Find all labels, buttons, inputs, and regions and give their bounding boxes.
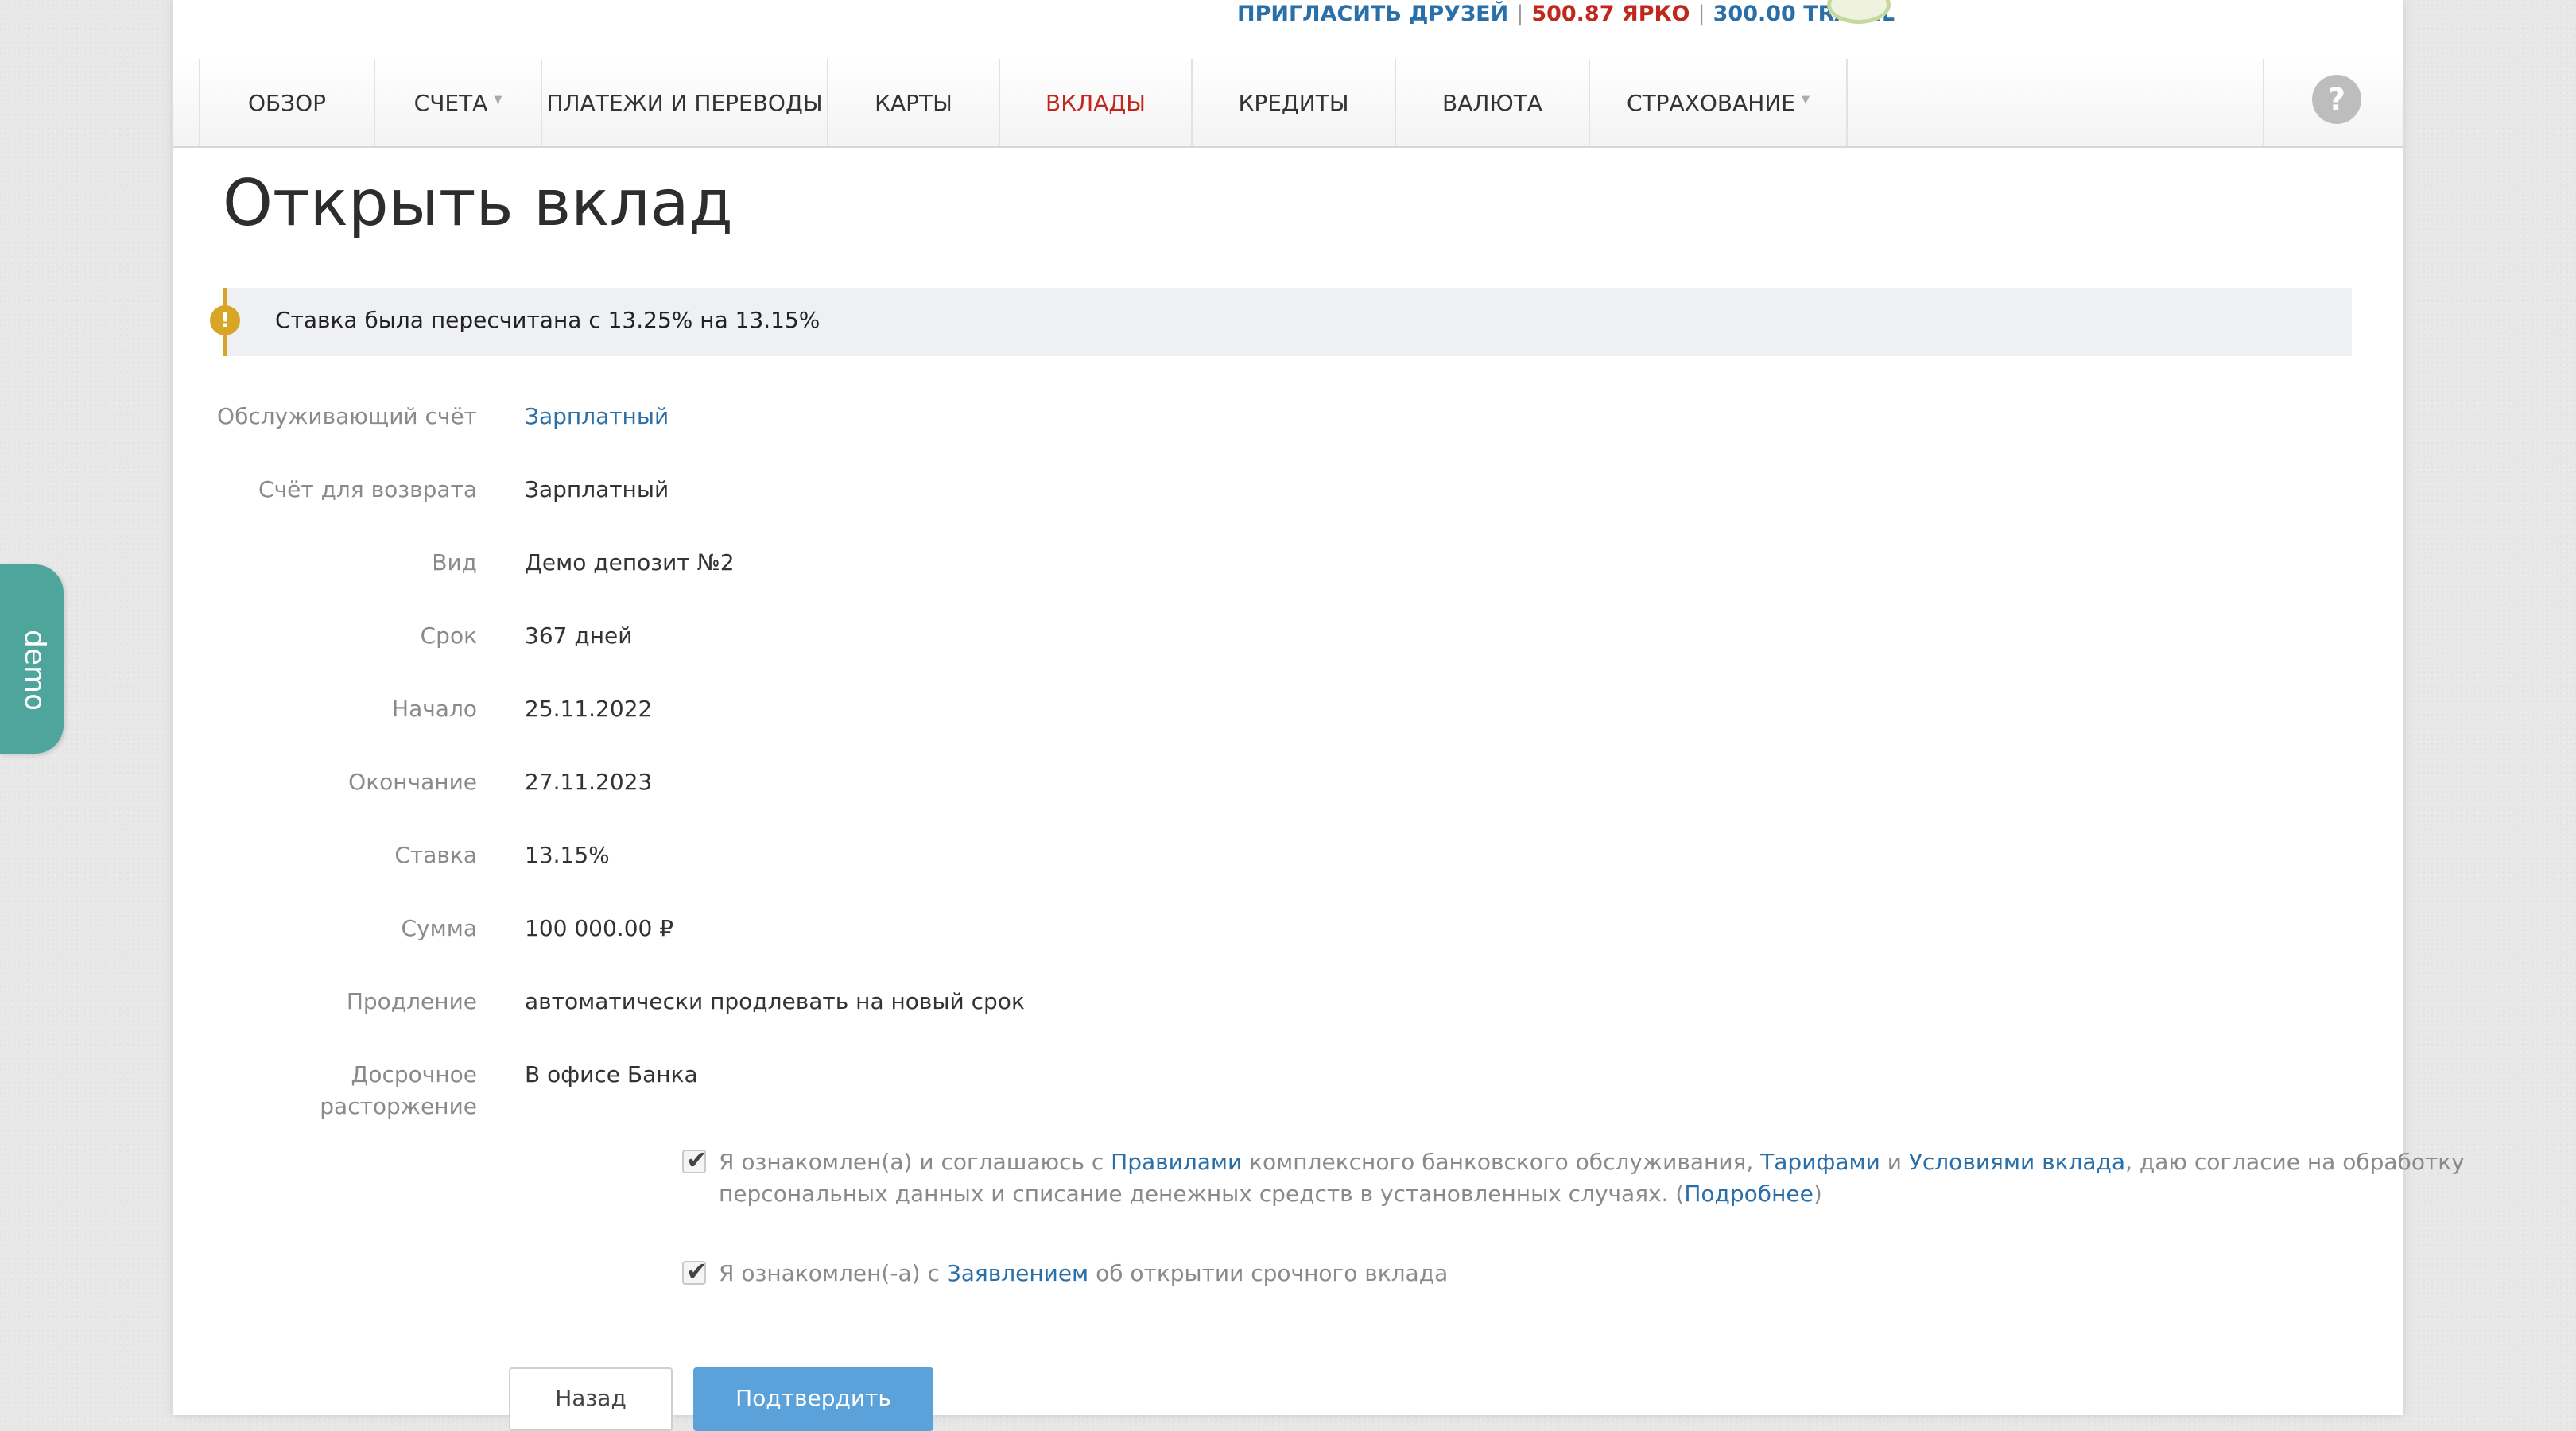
field-label-line: расторжение <box>320 1093 477 1119</box>
agreement-text: комплексного банковского обслуживания, <box>1242 1149 1761 1175</box>
nav-items: ОБЗОР СЧЕТА ▼ ПЛАТЕЖИ И ПЕРЕВОДЫ КАРТЫ ВК… <box>199 59 1848 146</box>
field-start: Начало 25.11.2022 <box>173 693 2403 741</box>
nav-item-label: СТРАХОВАНИЕ <box>1627 89 1795 116</box>
conditions-link[interactable]: Условиями вклада <box>1909 1149 2125 1175</box>
agreement-text: об открытии срочного вклада <box>1088 1260 1449 1286</box>
field-early-termination: Досрочное расторжение В офисе Банка <box>173 1059 2403 1130</box>
field-rate: Ставка 13.15% <box>173 840 2403 887</box>
nav-item-insurance[interactable]: СТРАХОВАНИЕ ▼ <box>1590 59 1848 146</box>
field-label-line: Досрочное <box>351 1061 477 1088</box>
agreement-statement-text: Я ознакомлен(-а) с Заявлением об открыти… <box>719 1258 2468 1289</box>
field-label: Счёт для возврата <box>258 476 477 502</box>
nav-item-label: ВАЛЮТА <box>1442 89 1542 116</box>
rules-checkbox[interactable]: ✔ <box>682 1145 708 1175</box>
nav-item-overview[interactable]: ОБЗОР <box>200 59 375 146</box>
field-label: Досрочное расторжение <box>173 1059 477 1123</box>
main-nav: ОБЗОР СЧЕТА ▼ ПЛАТЕЖИ И ПЕРЕВОДЫ КАРТЫ ВК… <box>173 59 2403 148</box>
agreement-text: Я ознакомлен(а) и соглашаюсь с <box>719 1149 1111 1175</box>
field-value: 13.15% <box>525 842 610 868</box>
field-type: Вид Демо депозит №2 <box>173 547 2403 595</box>
agreement-text: Я ознакомлен(-а) с <box>719 1260 947 1286</box>
nav-item-cards[interactable]: КАРТЫ <box>828 59 1000 146</box>
nav-item-deposits[interactable]: ВКЛАДЫ <box>1000 59 1193 146</box>
nav-item-accounts[interactable]: СЧЕТА ▼ <box>375 59 542 146</box>
rules-link[interactable]: Правилами <box>1111 1149 1242 1175</box>
nav-item-label: КРЕДИТЫ <box>1238 89 1349 116</box>
back-button[interactable]: Назад <box>509 1367 673 1431</box>
nav-item-label: ОБЗОР <box>247 89 327 116</box>
field-value: В офисе Банка <box>525 1061 698 1088</box>
field-renewal: Продление автоматически продлевать на но… <box>173 986 2403 1034</box>
invite-friends-link[interactable]: ПРИГЛАСИТЬ ДРУЗЕЙ <box>1237 2 1508 26</box>
rate-alert: ! Ставка была пересчитана с 13.25% на 13… <box>210 288 2352 356</box>
nav-item-label: СЧЕТА <box>413 89 488 116</box>
field-label: Начало <box>392 696 477 722</box>
checkmark-icon: ✔ <box>686 1145 708 1175</box>
field-label: Сумма <box>401 915 477 941</box>
field-label: Окончание <box>348 769 477 795</box>
more-link[interactable]: Подробнее <box>1684 1181 1813 1207</box>
field-end: Окончание 27.11.2023 <box>173 766 2403 814</box>
field-label: Вид <box>432 549 477 576</box>
nav-item-label: ВКЛАДЫ <box>1046 89 1146 116</box>
statement-checkbox[interactable]: ✔ <box>682 1256 708 1286</box>
field-value: Демо депозит №2 <box>525 549 735 576</box>
field-value: Зарплатный <box>525 476 669 502</box>
promo-bar: ПРИГЛАСИТЬ ДРУЗЕЙ | 500.87 ЯРКО | 300.00 TRA… <box>1237 2 1895 26</box>
nav-item-currency[interactable]: ВАЛЮТА <box>1396 59 1590 146</box>
demo-tab-label: demo <box>18 630 51 712</box>
promo-separator: | <box>1516 2 1524 26</box>
agreement-statement: ✔ Я ознакомлен(-а) с Заявлением об откры… <box>507 1256 2368 1297</box>
nav-item-label: КАРТЫ <box>875 89 952 116</box>
demo-tab[interactable]: demo <box>0 564 64 754</box>
tariffs-link[interactable]: Тарифами <box>1760 1149 1880 1175</box>
agreement-text: ) <box>1813 1181 1822 1207</box>
field-label: Продление <box>346 988 477 1014</box>
field-label: Ставка <box>394 842 477 868</box>
field-value: автоматически продлевать на новый срок <box>525 988 1025 1014</box>
field-service-account: Обслуживающий счёт Зарплатный <box>173 401 2403 448</box>
checkmark-icon: ✔ <box>686 1256 708 1286</box>
field-value: 27.11.2023 <box>525 769 653 795</box>
agreement-text: и <box>1880 1149 1909 1175</box>
chevron-down-icon: ▼ <box>1801 93 1810 106</box>
help-area: ? <box>2263 59 2404 146</box>
field-amount: Сумма 100 000.00 ₽ <box>173 913 2403 960</box>
agreement-rules-text: Я ознакомлен(а) и соглашаюсь с Правилами… <box>719 1146 2468 1210</box>
yarko-balance[interactable]: 500.87 ЯРКО <box>1531 2 1690 26</box>
field-label: Обслуживающий счёт <box>217 403 477 429</box>
service-account-link[interactable]: Зарплатный <box>525 401 669 432</box>
statement-link[interactable]: Заявлением <box>947 1260 1088 1286</box>
top-strip: ПРИГЛАСИТЬ ДРУЗЕЙ | 500.87 ЯРКО | 300.00 TRA… <box>173 0 2403 32</box>
field-value: 25.11.2022 <box>525 696 653 722</box>
page-container: ПРИГЛАСИТЬ ДРУЗЕЙ | 500.87 ЯРКО | 300.00 TRA… <box>173 0 2465 1431</box>
warning-icon: ! <box>210 305 240 335</box>
help-icon[interactable]: ? <box>2312 75 2361 124</box>
field-value: 100 000.00 ₽ <box>525 915 674 941</box>
nav-item-credits[interactable]: КРЕДИТЫ <box>1193 59 1396 146</box>
nav-item-label: ПЛАТЕЖИ И ПЕРЕВОДЫ <box>546 89 823 116</box>
agreement-rules: ✔ Я ознакомлен(а) и соглашаюсь с Правила… <box>507 1145 2465 1218</box>
field-value: 367 дней <box>525 622 633 649</box>
field-return-account: Счёт для возврата Зарплатный <box>173 474 2403 522</box>
field-label: Срок <box>420 622 477 649</box>
confirm-button[interactable]: Подтвердить <box>693 1367 933 1431</box>
field-term: Срок 367 дней <box>173 620 2403 668</box>
chevron-down-icon: ▼ <box>494 93 502 106</box>
promo-separator: | <box>1697 2 1705 26</box>
nav-item-payments[interactable]: ПЛАТЕЖИ И ПЕРЕВОДЫ <box>542 59 828 146</box>
page-title: Открыть вклад <box>223 166 733 240</box>
alert-text: Ставка была пересчитана с 13.25% на 13.1… <box>275 307 821 333</box>
